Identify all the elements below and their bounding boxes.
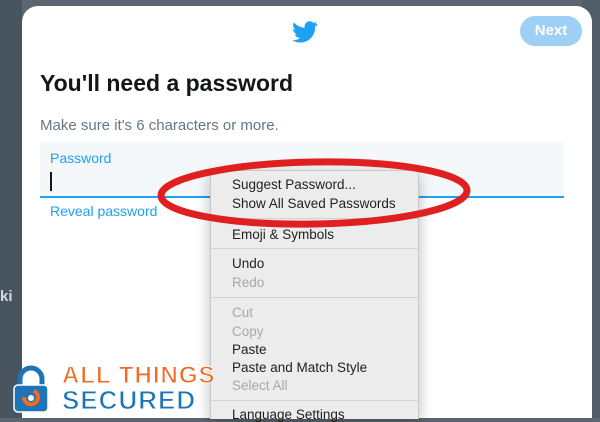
padlock-icon (13, 365, 49, 413)
watermark-logo: ALL THINGS SECURED (6, 360, 231, 416)
red-ellipse-annotation (157, 158, 471, 228)
watermark-line2: SECURED (61, 385, 197, 416)
